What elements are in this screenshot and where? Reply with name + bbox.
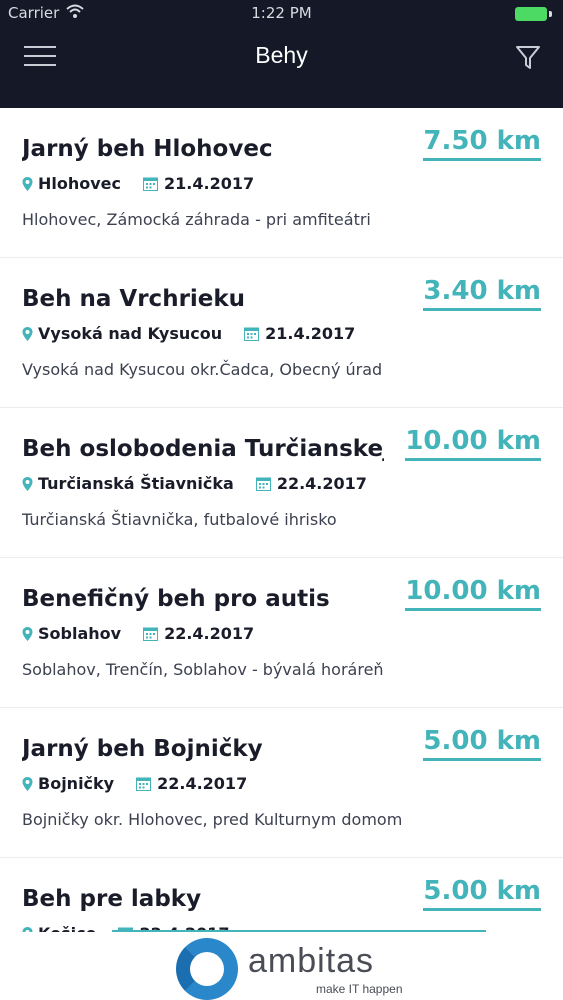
race-row[interactable]: Beh na Vrchrieku 3.40 km Vysoká nad Kysu… <box>0 258 563 408</box>
calendar-icon <box>136 777 152 791</box>
calendar-icon <box>244 327 260 341</box>
race-address: Hlohovec, Zámocká záhrada - pri amfiteát… <box>22 210 371 229</box>
race-date: 21.4.2017 <box>265 324 356 343</box>
race-address: Bojničky okr. Hlohovec, pred Kulturnym d… <box>22 810 403 829</box>
race-row[interactable]: Jarný beh Hlohovec 7.50 km Hlohovec 21.4… <box>0 108 563 258</box>
location-pin-icon <box>22 776 33 791</box>
race-list: Jarný beh Hlohovec 7.50 km Hlohovec 21.4… <box>0 108 563 1000</box>
logo-ring-icon <box>176 938 238 1000</box>
race-name: Jarný beh Hlohovec <box>22 136 273 162</box>
race-address: Turčianská Štiavnička, futbalové ihrisko <box>22 510 337 529</box>
race-distance: 5.00 km <box>423 726 541 761</box>
filter-funnel-icon[interactable] <box>515 44 541 72</box>
race-name: Benefičný beh pro autis <box>22 586 330 612</box>
race-name: Beh na Vrchrieku <box>22 286 246 312</box>
status-bar: Carrier 1:22 PM <box>0 0 563 28</box>
race-meta: Turčianská Štiavnička 22.4.2017 <box>22 474 367 493</box>
location-pin-icon <box>22 176 33 191</box>
brand-name: ambitas <box>248 942 375 980</box>
clock: 1:22 PM <box>251 4 312 22</box>
race-distance: 3.40 km <box>423 276 541 311</box>
location-pin-icon <box>22 326 33 341</box>
race-meta: Bojničky 22.4.2017 <box>22 774 247 793</box>
race-distance: 7.50 km <box>423 126 541 161</box>
race-date: 21.4.2017 <box>164 174 255 193</box>
race-address: Vysoká nad Kysucou okr.Čadca, Obecný úra… <box>22 360 383 379</box>
race-row[interactable]: Jarný beh Bojničky 5.00 km Bojničky 22.4… <box>0 708 563 858</box>
location-pin-icon <box>22 476 33 491</box>
race-meta: Vysoká nad Kysucou 21.4.2017 <box>22 324 355 343</box>
race-name: Beh pre labky <box>22 886 202 912</box>
race-city: Turčianská Štiavnička <box>38 474 234 493</box>
brand-logo: ambitas make IT happen <box>0 932 563 1000</box>
race-name: Jarný beh Bojničky <box>22 736 263 762</box>
race-distance: 5.00 km <box>423 876 541 911</box>
race-city: Vysoká nad Kysucou <box>38 324 223 343</box>
brand-tagline: make IT happen <box>316 982 403 996</box>
calendar-icon <box>143 627 159 641</box>
race-city: Hlohovec <box>38 174 122 193</box>
race-city: Bojničky <box>38 774 115 793</box>
race-date: 22.4.2017 <box>164 624 255 643</box>
race-meta: Hlohovec 21.4.2017 <box>22 174 254 193</box>
location-pin-icon <box>22 626 33 641</box>
race-distance: 10.00 km <box>405 576 541 611</box>
battery-icon <box>515 7 547 21</box>
race-row[interactable]: Benefičný beh pro autis 10.00 km Soblaho… <box>0 558 563 708</box>
race-date: 22.4.2017 <box>157 774 248 793</box>
battery-tip <box>549 11 552 17</box>
calendar-icon <box>255 477 271 491</box>
race-city: Soblahov <box>38 624 122 643</box>
race-name: Beh oslobodenia Turčianskej Š <box>22 436 384 462</box>
navigation-bar: Behy <box>0 28 563 108</box>
race-meta: Soblahov 22.4.2017 <box>22 624 254 643</box>
race-address: Soblahov, Trenčín, Soblahov - bývalá hor… <box>22 660 384 679</box>
page-title: Behy <box>255 42 308 68</box>
calendar-icon <box>143 177 159 191</box>
race-distance: 10.00 km <box>405 426 541 461</box>
race-row[interactable]: Beh oslobodenia Turčianskej Š 10.00 km T… <box>0 408 563 558</box>
race-date: 22.4.2017 <box>276 474 367 493</box>
